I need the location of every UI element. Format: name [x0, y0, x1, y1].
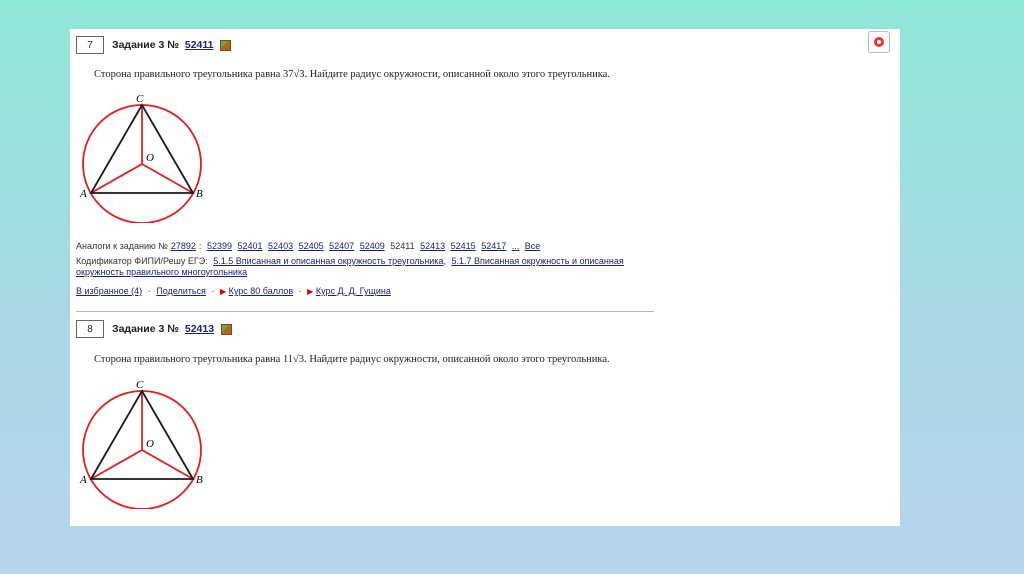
triangle-figure: C O A B: [79, 93, 203, 223]
task-header-8: 8 Задание 3 № 52413: [76, 320, 232, 338]
analog-link[interactable]: 52417: [481, 241, 506, 251]
lifebuoy-icon: [874, 37, 884, 47]
analog-link[interactable]: 52405: [299, 241, 324, 251]
problem-text: Сторона правильного треугольника равна 3…: [94, 69, 610, 80]
analog-base-link[interactable]: 27892: [171, 241, 196, 251]
codifier-link[interactable]: 5.1.5 Вписанная и описанная окружность т…: [213, 256, 443, 266]
actions-line: В избранное (4) · Поделиться · ▶ Курс 80…: [76, 286, 391, 296]
analog-link[interactable]: 52413: [420, 241, 445, 251]
label-b: B: [196, 188, 203, 200]
analog-current: 52411: [390, 241, 415, 251]
share-link[interactable]: Поделиться: [156, 286, 206, 296]
analog-all-link[interactable]: Все: [525, 241, 541, 251]
label-c: C: [136, 93, 144, 105]
analog-more-link[interactable]: ...: [512, 241, 520, 251]
codifier-link-cont[interactable]: окружность правильного многоугольника: [76, 267, 247, 277]
task-id-link[interactable]: 52411: [185, 39, 214, 51]
content-panel: 7 Задание 3 № 52411 Сторона правильного …: [70, 29, 900, 526]
analog-link[interactable]: 52401: [238, 241, 263, 251]
label-b: B: [196, 474, 203, 486]
triangle-figure: C O A B: [79, 379, 203, 509]
problem-value: 37√3: [282, 69, 305, 80]
task-header-7: 7 Задание 3 № 52411: [76, 36, 232, 54]
task-title: Задание 3 № 52411: [112, 39, 232, 51]
divider: [76, 311, 654, 312]
triangle-play-icon: ▶: [219, 287, 227, 296]
codifier-link[interactable]: 5.1.7 Вписанная окружность и описанная: [451, 256, 623, 266]
label-o: O: [146, 152, 154, 164]
help-button[interactable]: [868, 31, 890, 53]
cube-icon: [220, 323, 232, 335]
analog-link[interactable]: 52403: [268, 241, 293, 251]
course-link[interactable]: Курс 80 баллов: [229, 286, 294, 296]
course-link[interactable]: Курс Д. Д. Гущина: [316, 286, 391, 296]
analog-link[interactable]: 52409: [360, 241, 385, 251]
task-number: 8: [76, 320, 104, 338]
cube-icon: [220, 39, 232, 51]
problem-value: 11√3: [282, 354, 305, 365]
label-o: O: [146, 438, 154, 450]
label-a: A: [79, 188, 87, 200]
task-title: Задание 3 № 52413: [112, 323, 232, 335]
label-c: C: [136, 379, 144, 391]
favorites-link[interactable]: В избранное (4): [76, 286, 142, 296]
triangle-play-icon: ▶: [307, 287, 314, 296]
analog-link[interactable]: 52407: [329, 241, 354, 251]
problem-text: Сторона правильного треугольника равна 1…: [94, 354, 610, 365]
analogs-line: Аналоги к заданию № 27892: 52399 52401 52…: [76, 241, 541, 251]
label-a: A: [79, 474, 87, 486]
task-number: 7: [76, 36, 104, 54]
codifier-line: Кодификатор ФИПИ/Решу ЕГЭ: 5.1.5 Вписанн…: [76, 256, 624, 277]
analog-link[interactable]: 52415: [451, 241, 476, 251]
task-id-link[interactable]: 52413: [185, 323, 214, 335]
analog-link[interactable]: 52399: [207, 241, 232, 251]
